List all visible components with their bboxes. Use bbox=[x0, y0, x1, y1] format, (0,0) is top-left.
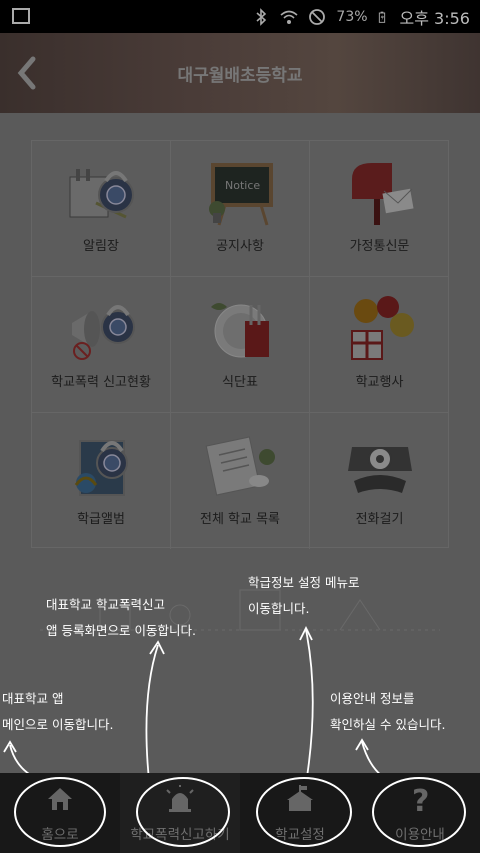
gallery-notification-icon bbox=[12, 8, 30, 24]
wifi-icon bbox=[280, 10, 298, 24]
menu-label: 학교행사 bbox=[355, 375, 404, 390]
annotation-line: 이동합니다. bbox=[248, 601, 310, 616]
annotation-line: 앱 등록화면으로 이동합니다. bbox=[46, 623, 196, 638]
menu-label: 전화걸기 bbox=[355, 512, 404, 527]
annotation-line: 메인으로 이동합니다. bbox=[2, 717, 114, 732]
annotation-home: 대표학교 앱 메인으로 이동합니다. bbox=[2, 686, 113, 738]
highlight-circle-home bbox=[14, 777, 106, 847]
plate-utensils-icon bbox=[211, 303, 269, 358]
notebook-mouse-icon bbox=[205, 436, 275, 496]
mailbox-icon bbox=[352, 163, 414, 225]
battery-charging-icon bbox=[378, 11, 385, 23]
menu-item-school-list[interactable]: 전체 학교 목록 bbox=[171, 413, 310, 549]
menu-label: 학급앨범 bbox=[77, 512, 125, 527]
status-right: 73% 오후 3:56 bbox=[252, 0, 470, 33]
menu-label: 공지사항 bbox=[216, 239, 264, 254]
notice-board-icon: Notice bbox=[209, 163, 273, 226]
menu-label: 식단표 bbox=[222, 375, 258, 390]
menu-item-newsletter[interactable]: 가정통신문 bbox=[310, 141, 449, 277]
clock: 오후 3:56 bbox=[399, 8, 470, 28]
menu-label: 전체 학교 목록 bbox=[199, 512, 281, 527]
album-lock-icon bbox=[74, 440, 128, 496]
menu-item-meal-plan[interactable]: 식단표 bbox=[171, 277, 310, 413]
annotation-line: 확인하실 수 있습니다. bbox=[330, 717, 446, 732]
menu-item-notice-book[interactable]: 알림장 bbox=[32, 141, 171, 277]
annotation-line: 학급정보 설정 메뉴로 bbox=[248, 575, 360, 590]
megaphone-lock-icon bbox=[72, 305, 135, 360]
menu-item-violence-report-status[interactable]: 학교폭력 신고현황 bbox=[32, 277, 171, 413]
menu-label: 가정통신문 bbox=[349, 239, 410, 254]
highlight-circle-guide bbox=[372, 777, 466, 847]
notepad-lock-icon bbox=[69, 169, 134, 219]
annotation-settings: 학급정보 설정 메뉴로 이동합니다. bbox=[248, 570, 359, 622]
status-bar: 73% 오후 3:56 bbox=[0, 0, 480, 33]
page-title: 대구월배초등학교 bbox=[177, 66, 303, 86]
annotation-guide: 이용안내 정보를 확인하실 수 있습니다. bbox=[330, 686, 445, 738]
app-header: 대구월배초등학교 bbox=[0, 33, 480, 113]
menu-item-notice[interactable]: Notice 공지사항 bbox=[171, 141, 310, 277]
telephone-icon bbox=[348, 447, 412, 493]
highlight-circle-settings bbox=[256, 777, 352, 847]
annotation-report: 대표학교 학교폭력신고 앱 등록화면으로 이동합니다. bbox=[46, 592, 196, 644]
bluetooth-icon bbox=[256, 7, 267, 26]
menu-grid: 알림장 Notice 공지사항 가정통신문 학교폭력 신고현황 식단표 학교행사… bbox=[31, 140, 449, 549]
menu-item-class-album[interactable]: 학급앨범 bbox=[32, 413, 171, 549]
gift-balloons-icon bbox=[351, 296, 414, 360]
do-not-disturb-icon bbox=[309, 8, 326, 25]
menu-label: 알림장 bbox=[83, 239, 119, 254]
annotation-line: 대표학교 앱 bbox=[2, 691, 64, 706]
menu-item-school-events[interactable]: 학교행사 bbox=[310, 277, 449, 413]
annotation-line: 이용안내 정보를 bbox=[330, 691, 415, 706]
svg-text:Notice: Notice bbox=[225, 179, 260, 192]
annotation-line: 대표학교 학교폭력신고 bbox=[46, 597, 165, 612]
menu-label: 학교폭력 신고현황 bbox=[51, 375, 151, 390]
menu-item-call[interactable]: 전화걸기 bbox=[310, 413, 449, 549]
battery-percent: 73% bbox=[336, 8, 368, 25]
highlight-circle-report bbox=[136, 777, 230, 847]
